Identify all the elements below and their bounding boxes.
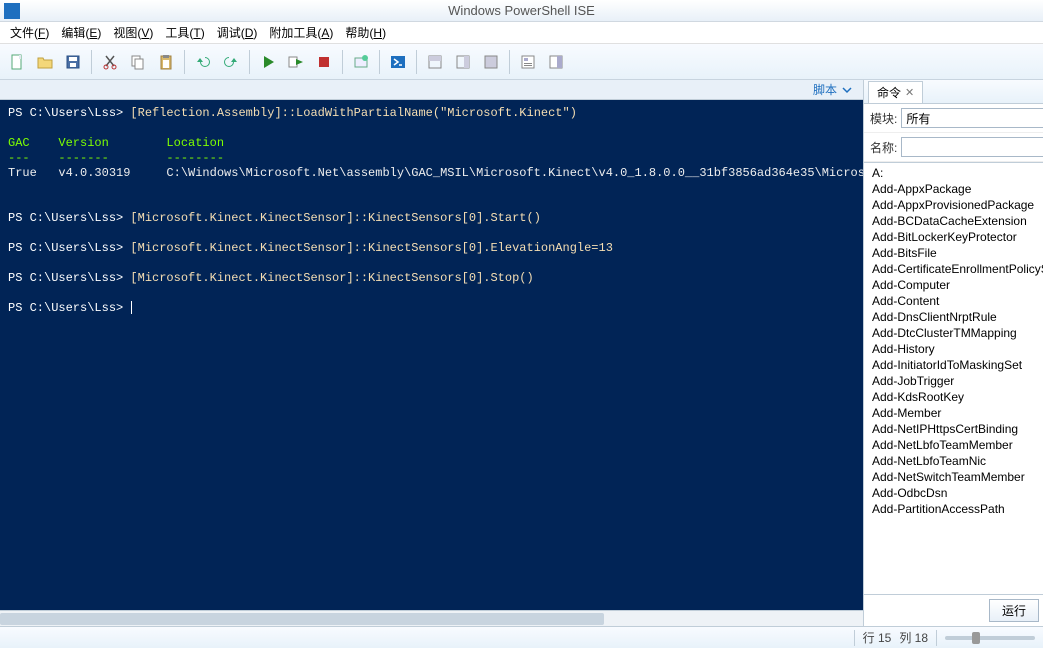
stop-button[interactable] (311, 49, 337, 75)
commands-panel: 命令 ✕ 模块: 名称: A:Add-AppxPackageAdd-AppxPr… (863, 80, 1043, 626)
show-command-addon-button[interactable] (543, 49, 569, 75)
command-item[interactable]: Add-NetSwitchTeamMember (864, 469, 1043, 485)
module-label: 模块: (870, 110, 897, 127)
open-file-button[interactable] (32, 49, 58, 75)
save-button[interactable] (60, 49, 86, 75)
command-item[interactable]: Add-NetLbfoTeamNic (864, 453, 1043, 469)
run-command-button[interactable]: 运行 (989, 599, 1039, 622)
start-powershell-button[interactable] (385, 49, 411, 75)
app-icon (4, 3, 20, 19)
module-select[interactable] (901, 108, 1043, 128)
commands-tab-label: 命令 (877, 84, 901, 101)
menu-v[interactable]: 视图(V) (107, 22, 159, 43)
title-text: Windows PowerShell ISE (448, 3, 595, 18)
command-item[interactable]: Add-AppxPackage (864, 181, 1043, 197)
chevron-down-icon (841, 84, 853, 96)
run-script-button[interactable] (255, 49, 281, 75)
menu-t[interactable]: 工具(T) (159, 22, 210, 43)
command-item[interactable]: Add-BCDataCacheExtension (864, 213, 1043, 229)
command-item[interactable]: Add-NetLbfoTeamMember (864, 437, 1043, 453)
zoom-slider[interactable] (945, 636, 1035, 640)
horizontal-scrollbar[interactable] (0, 610, 863, 626)
command-item[interactable]: Add-CertificateEnrollmentPolicyServer (864, 261, 1043, 277)
menubar: 文件(F)编辑(E)视图(V)工具(T)调试(D)附加工具(A)帮助(H) (0, 22, 1043, 44)
command-item[interactable]: A: (864, 165, 1043, 181)
console-pane[interactable]: PS C:\Users\Lss> [Reflection.Assembly]::… (0, 100, 863, 610)
paste-button[interactable] (153, 49, 179, 75)
command-item[interactable]: Add-DtcClusterTMMapping (864, 325, 1043, 341)
command-list[interactable]: A:Add-AppxPackageAdd-AppxProvisionedPack… (864, 162, 1043, 594)
toolbar (0, 44, 1043, 80)
new-file-button[interactable] (4, 49, 30, 75)
command-item[interactable]: Add-BitLockerKeyProtector (864, 229, 1043, 245)
script-toggle-button[interactable]: 脚本 (813, 81, 853, 98)
layout-script-right-button[interactable] (450, 49, 476, 75)
menu-a[interactable]: 附加工具(A) (263, 22, 339, 43)
command-item[interactable]: Add-Member (864, 405, 1043, 421)
command-item[interactable]: Add-Computer (864, 277, 1043, 293)
command-item[interactable]: Add-InitiatorIdToMaskingSet (864, 357, 1043, 373)
command-item[interactable]: Add-JobTrigger (864, 373, 1043, 389)
layout-script-top-button[interactable] (422, 49, 448, 75)
undo-button[interactable] (190, 49, 216, 75)
name-label: 名称: (870, 139, 897, 156)
close-icon[interactable]: ✕ (905, 86, 914, 99)
command-item[interactable]: Add-BitsFile (864, 245, 1043, 261)
redo-button[interactable] (218, 49, 244, 75)
menu-e[interactable]: 编辑(E) (55, 22, 107, 43)
menu-f[interactable]: 文件(F) (4, 22, 55, 43)
copy-button[interactable] (125, 49, 151, 75)
script-pane-header: 脚本 (0, 80, 863, 100)
commands-tab[interactable]: 命令 ✕ (868, 81, 923, 103)
command-item[interactable]: Add-Content (864, 293, 1043, 309)
show-command-button[interactable] (515, 49, 541, 75)
command-item[interactable]: Add-KdsRootKey (864, 389, 1043, 405)
run-selection-button[interactable] (283, 49, 309, 75)
statusbar: 行 15 列 18 (0, 626, 1043, 648)
layout-script-max-button[interactable] (478, 49, 504, 75)
new-remote-tab-button[interactable] (348, 49, 374, 75)
command-item[interactable]: Add-History (864, 341, 1043, 357)
script-toggle-label: 脚本 (813, 81, 837, 98)
name-input[interactable] (901, 137, 1043, 157)
command-item[interactable]: Add-AppxProvisionedPackage (864, 197, 1043, 213)
titlebar: Windows PowerShell ISE (0, 0, 1043, 22)
status-col: 列 18 (899, 629, 928, 646)
status-line: 行 15 (863, 629, 892, 646)
cut-button[interactable] (97, 49, 123, 75)
menu-d[interactable]: 调试(D) (211, 22, 264, 43)
menu-h[interactable]: 帮助(H) (339, 22, 392, 43)
command-item[interactable]: Add-NetIPHttpsCertBinding (864, 421, 1043, 437)
command-item[interactable]: Add-OdbcDsn (864, 485, 1043, 501)
command-item[interactable]: Add-DnsClientNrptRule (864, 309, 1043, 325)
command-item[interactable]: Add-PartitionAccessPath (864, 501, 1043, 517)
